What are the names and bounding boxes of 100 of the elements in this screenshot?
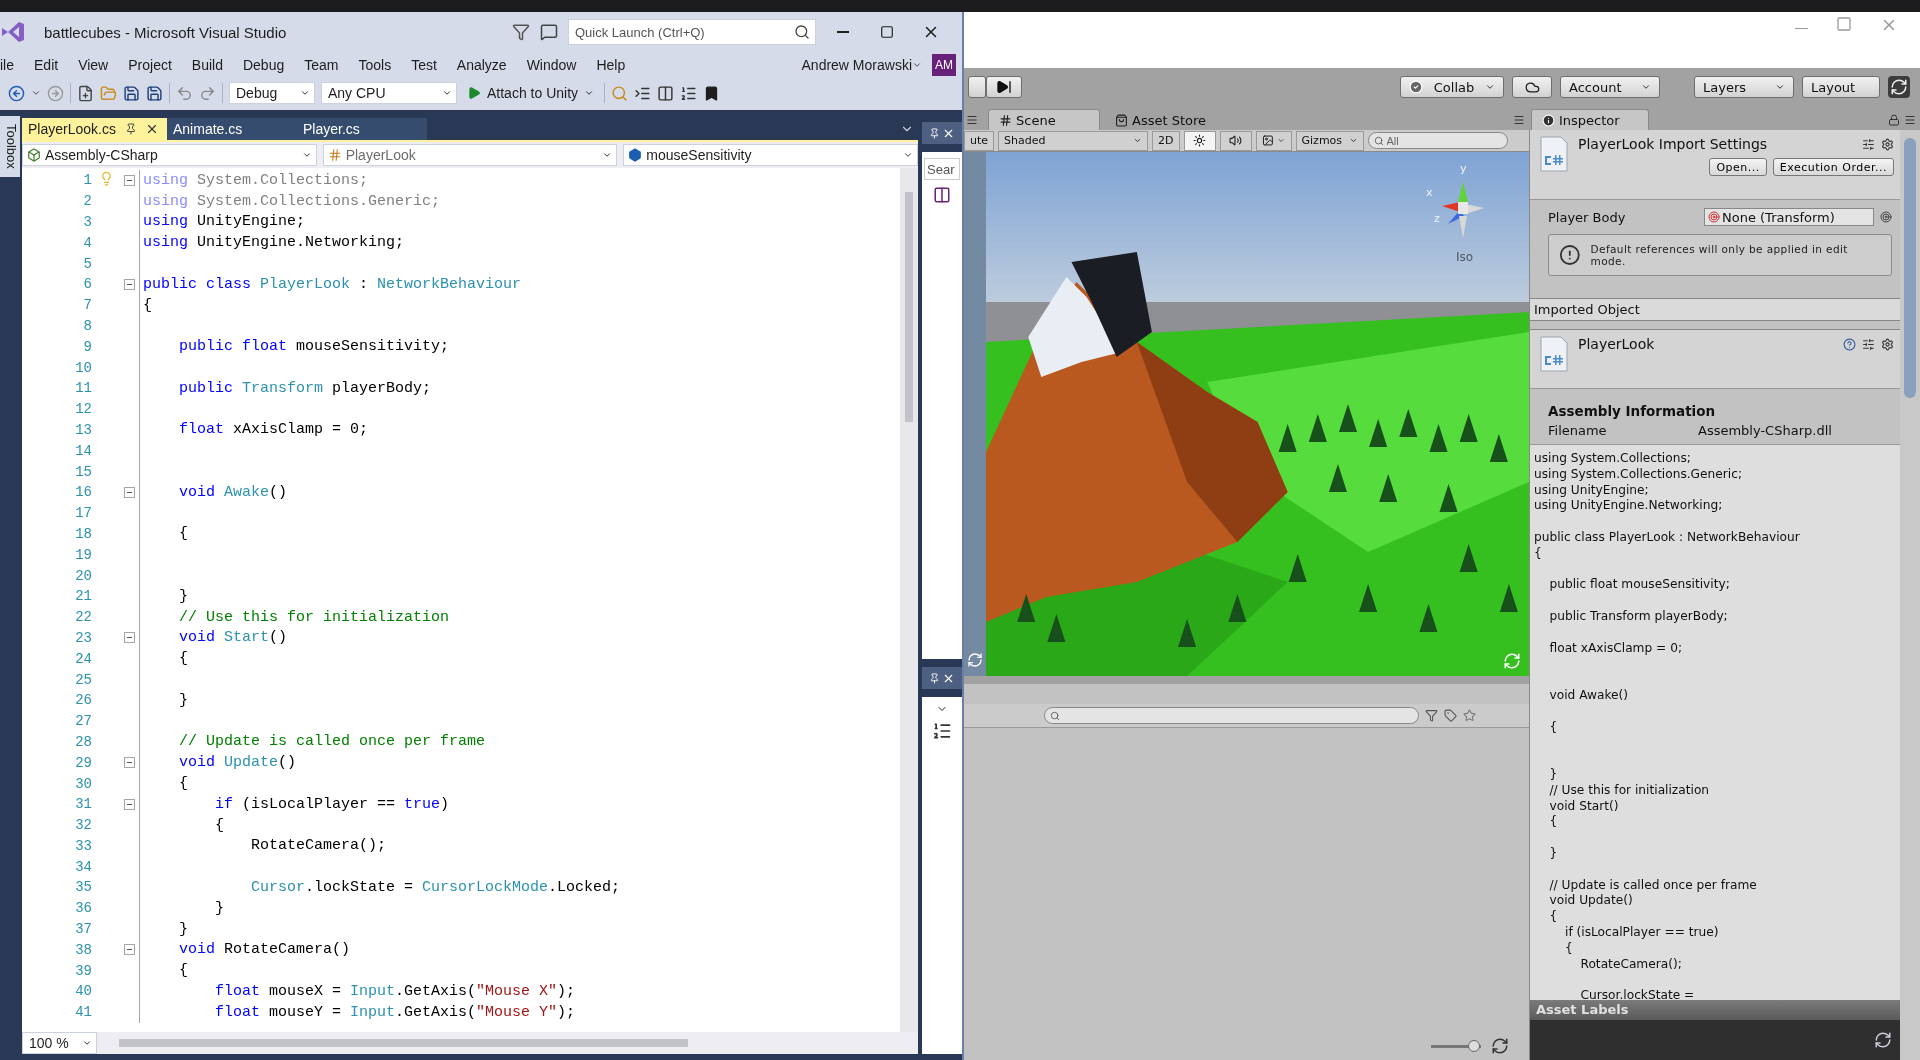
navigation-dropdown[interactable]: mouseSensitivity (623, 144, 918, 166)
2d-toggle[interactable]: 2D (1152, 130, 1180, 151)
save-icon[interactable] (123, 84, 140, 102)
fold-toggle[interactable] (124, 798, 135, 810)
effects-toggle[interactable] (1255, 130, 1292, 151)
code-line: } (178, 691, 188, 709)
back-icon[interactable] (8, 84, 25, 102)
panel-menu-icon[interactable] (1513, 114, 1525, 126)
file-tab[interactable]: Player.cs (297, 118, 427, 140)
menu-item[interactable]: Team (294, 57, 349, 73)
inspector-button[interactable]: Open... (1709, 158, 1767, 176)
preset-icon[interactable] (1862, 137, 1875, 151)
settings-icon[interactable] (1881, 337, 1894, 351)
refresh-icon[interactable] (1874, 1031, 1892, 1049)
audio-toggle[interactable] (1219, 130, 1252, 151)
file-tab[interactable]: Animate.cs (167, 118, 297, 140)
new-file-icon[interactable] (77, 84, 94, 102)
tag-icon[interactable] (1444, 709, 1457, 722)
close-icon[interactable] (145, 122, 159, 136)
step-button[interactable] (986, 76, 1022, 98)
layout-dropdown[interactable]: Layout (1802, 76, 1880, 98)
slider-thumb[interactable] (1467, 1040, 1480, 1052)
toolbox-tab[interactable]: Toolbox (0, 116, 20, 177)
fold-toggle[interactable] (124, 174, 135, 186)
window-icon[interactable] (933, 186, 951, 204)
menu-item[interactable]: Project (118, 57, 182, 73)
panel-menu-icon[interactable] (966, 114, 978, 126)
object-picker-icon[interactable] (1880, 211, 1892, 223)
scene-tab[interactable]: Scene (988, 109, 1100, 130)
menu-item[interactable]: View (68, 57, 119, 73)
object-field[interactable]: None (Transform) (1704, 208, 1874, 226)
menu-item[interactable]: Build (181, 57, 233, 73)
mute-button[interactable]: ute (964, 130, 995, 151)
quick-launch-field[interactable]: Quick Launch (Ctrl+Q) (568, 19, 816, 45)
pause-button[interactable] (968, 76, 986, 98)
menu-item[interactable]: Edit (24, 57, 69, 73)
fold-toggle[interactable] (124, 278, 135, 290)
list-icon[interactable] (680, 84, 698, 102)
pin-icon[interactable] (125, 123, 137, 135)
platform-dropdown[interactable]: Any CPU (321, 82, 457, 104)
search-field[interactable]: Sear (924, 158, 960, 180)
filter-icon[interactable] (512, 23, 530, 41)
save-all-icon[interactable] (146, 84, 163, 102)
pin-icon[interactable] (929, 127, 940, 139)
fold-toggle[interactable] (124, 632, 135, 644)
menu-item[interactable]: Tools (348, 57, 402, 73)
vertical-scrollbar[interactable] (900, 168, 918, 1032)
size-slider[interactable] (1431, 1040, 1481, 1052)
script-file-icon (1540, 136, 1568, 172)
columns-icon[interactable] (657, 84, 675, 102)
help-icon[interactable] (1843, 337, 1856, 351)
inspector-scrollbar[interactable] (1900, 130, 1920, 1060)
scene-tab[interactable]: Asset Store (1104, 109, 1224, 130)
layers-dropdown[interactable]: Layers (1694, 76, 1794, 98)
attach-button[interactable]: Attach to Unity (463, 85, 599, 101)
navigation-dropdown[interactable]: Assembly-CSharp (22, 144, 317, 166)
inspector-button[interactable]: Execution Order... (1772, 158, 1894, 176)
user-name[interactable]: Andrew Morawski (801, 57, 912, 73)
speaker-icon (1229, 134, 1243, 147)
settings-icon[interactable] (1881, 137, 1894, 151)
account-dropdown[interactable]: Account (1560, 76, 1660, 98)
configuration-dropdown[interactable]: Debug (229, 82, 315, 104)
shading-dropdown[interactable]: Shaded (998, 130, 1149, 151)
menu-item[interactable]: Analyze (446, 57, 517, 73)
star-icon[interactable] (1463, 709, 1476, 722)
pin-icon[interactable] (929, 672, 940, 684)
fold-toggle[interactable] (124, 486, 135, 498)
menu-item[interactable]: Window (516, 57, 587, 73)
panel-menu-icon[interactable] (1904, 114, 1916, 126)
filter-icon[interactable] (1425, 709, 1438, 722)
refresh-icon[interactable] (1888, 76, 1910, 98)
cloud-button[interactable] (1512, 76, 1552, 98)
properties-icon[interactable] (932, 721, 952, 742)
menu-item[interactable]: ile (0, 57, 24, 73)
menu-item[interactable]: Help (586, 57, 636, 73)
collab-button[interactable]: Collab (1400, 76, 1504, 98)
undo-icon[interactable] (176, 84, 193, 102)
gizmos-dropdown[interactable]: Gizmos (1295, 130, 1364, 151)
menu-item[interactable]: Debug (232, 57, 295, 73)
zoom-dropdown[interactable]: 100 % (22, 1032, 97, 1054)
lock-icon[interactable] (1888, 114, 1900, 126)
preset-icon[interactable] (1862, 337, 1875, 351)
scene-search-field[interactable]: All (1367, 132, 1508, 149)
fold-toggle[interactable] (124, 944, 135, 956)
asset-name: PlayerLook (1578, 336, 1655, 352)
feedback-icon[interactable] (540, 23, 558, 41)
inspector-tab[interactable]: Inspector (1531, 109, 1649, 130)
projection-label[interactable]: Iso (1456, 250, 1474, 264)
menu-item[interactable]: Test (401, 57, 447, 73)
code-line: } (178, 587, 188, 605)
user-avatar[interactable]: AM (932, 54, 956, 76)
redo-icon[interactable] (199, 84, 216, 102)
lighting-toggle[interactable] (1183, 130, 1216, 151)
code-line: void Awake() (178, 483, 288, 501)
line-number: 31 (74, 796, 92, 813)
project-search-field[interactable] (1044, 707, 1419, 724)
navigation-dropdown[interactable]: PlayerLook (322, 144, 618, 166)
refresh-icon[interactable] (1491, 1037, 1509, 1055)
fold-toggle[interactable] (124, 757, 135, 769)
file-tab[interactable]: PlayerLook.cs (22, 118, 167, 140)
